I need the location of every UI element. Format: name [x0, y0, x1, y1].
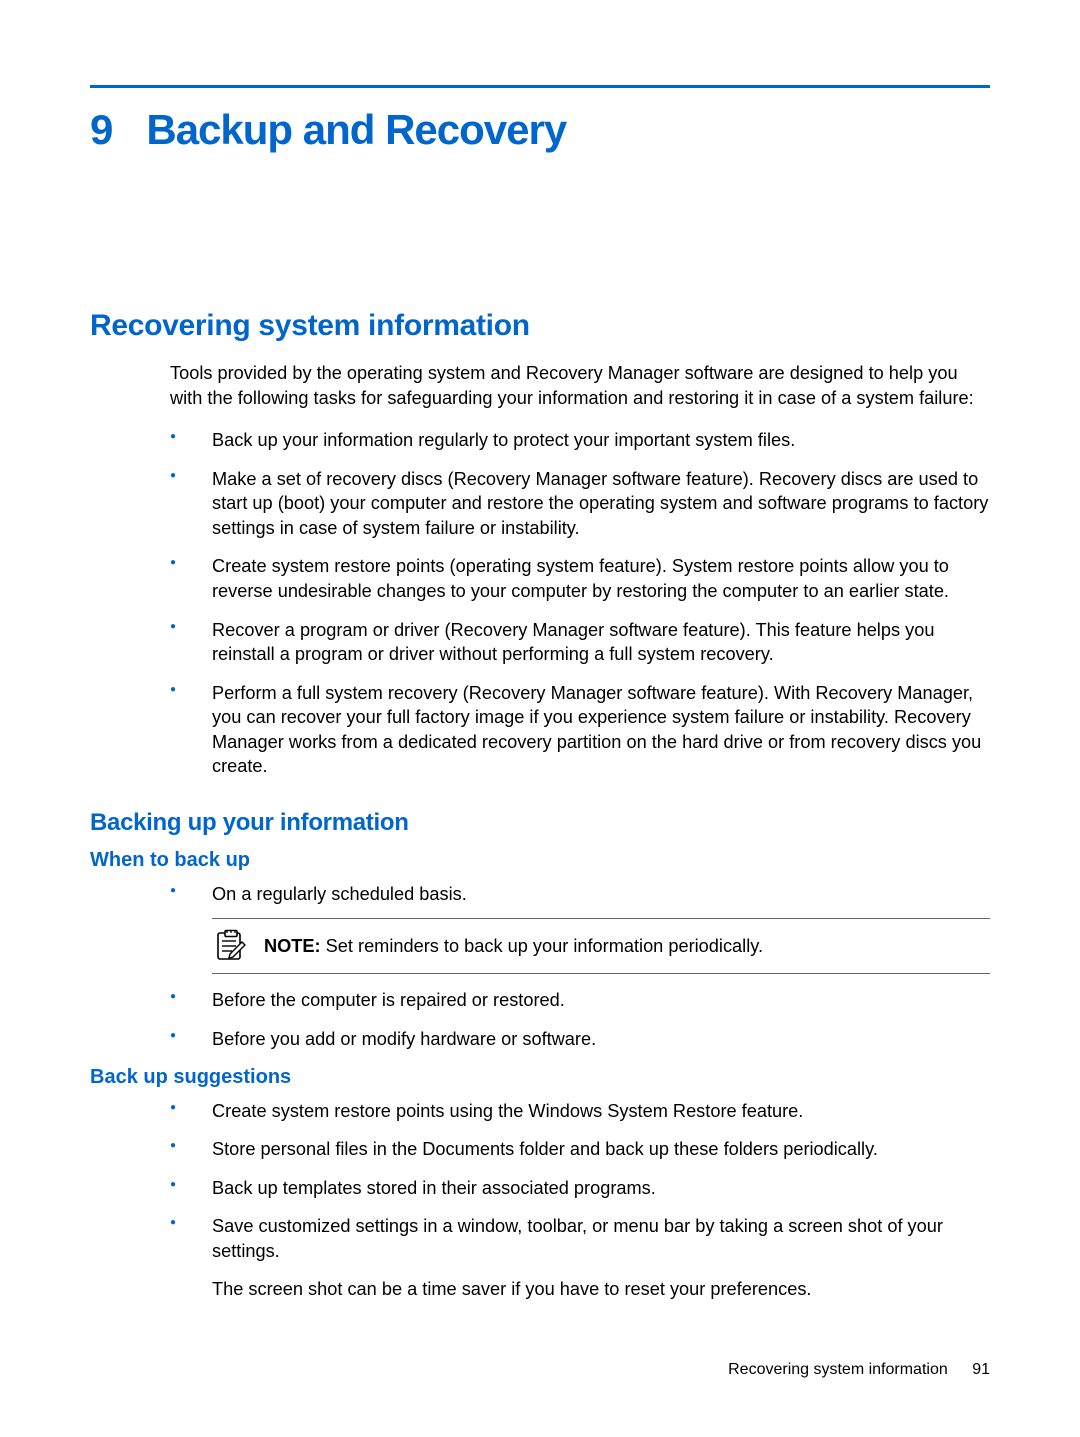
list-item: Make a set of recovery discs (Recovery M… — [170, 467, 990, 541]
when-list: On a regularly scheduled basis. — [170, 882, 990, 1052]
section-bullets: Back up your information regularly to pr… — [170, 428, 990, 779]
list-item-subtext: The screen shot can be a time saver if y… — [212, 1277, 990, 1302]
list-item: Create system restore points (operating … — [170, 554, 990, 603]
suggestions-heading: Back up suggestions — [90, 1066, 990, 1089]
list-item: Save customized settings in a window, to… — [170, 1214, 990, 1302]
page-footer: Recovering system information 91 — [728, 1361, 990, 1379]
note-body: Set reminders to back up your informatio… — [326, 936, 763, 956]
when-heading: When to back up — [90, 849, 990, 872]
top-rule — [90, 85, 990, 88]
chapter-title: Backup and Recovery — [146, 106, 566, 154]
list-item: On a regularly scheduled basis. — [170, 882, 990, 975]
section-heading: Recovering system information — [90, 309, 990, 343]
subsection-heading: Backing up your information — [90, 809, 990, 837]
suggestions-list: Create system restore points using the W… — [170, 1099, 990, 1302]
list-item: Create system restore points using the W… — [170, 1099, 990, 1124]
list-item: Store personal files in the Documents fo… — [170, 1137, 990, 1162]
note-label: NOTE: — [264, 936, 321, 956]
note-text: NOTE: Set reminders to back up your info… — [264, 935, 763, 959]
document-page: 9 Backup and Recovery Recovering system … — [0, 0, 1080, 1437]
list-item-text: On a regularly scheduled basis. — [212, 884, 467, 904]
chapter-number: 9 — [90, 106, 112, 154]
list-item: Before the computer is repaired or resto… — [170, 988, 990, 1013]
chapter-heading: 9 Backup and Recovery — [90, 106, 990, 154]
note-box: NOTE: Set reminders to back up your info… — [212, 918, 990, 974]
footer-page-number: 91 — [972, 1361, 990, 1378]
list-item-text: Save customized settings in a window, to… — [212, 1216, 943, 1261]
list-item: Perform a full system recovery (Recovery… — [170, 681, 990, 779]
list-item: Back up templates stored in their associ… — [170, 1176, 990, 1201]
footer-title: Recovering system information — [728, 1361, 948, 1378]
section-intro: Tools provided by the operating system a… — [170, 361, 990, 410]
list-item: Back up your information regularly to pr… — [170, 428, 990, 453]
list-item: Recover a program or driver (Recovery Ma… — [170, 618, 990, 667]
list-item: Before you add or modify hardware or sof… — [170, 1027, 990, 1052]
note-icon — [212, 929, 246, 963]
